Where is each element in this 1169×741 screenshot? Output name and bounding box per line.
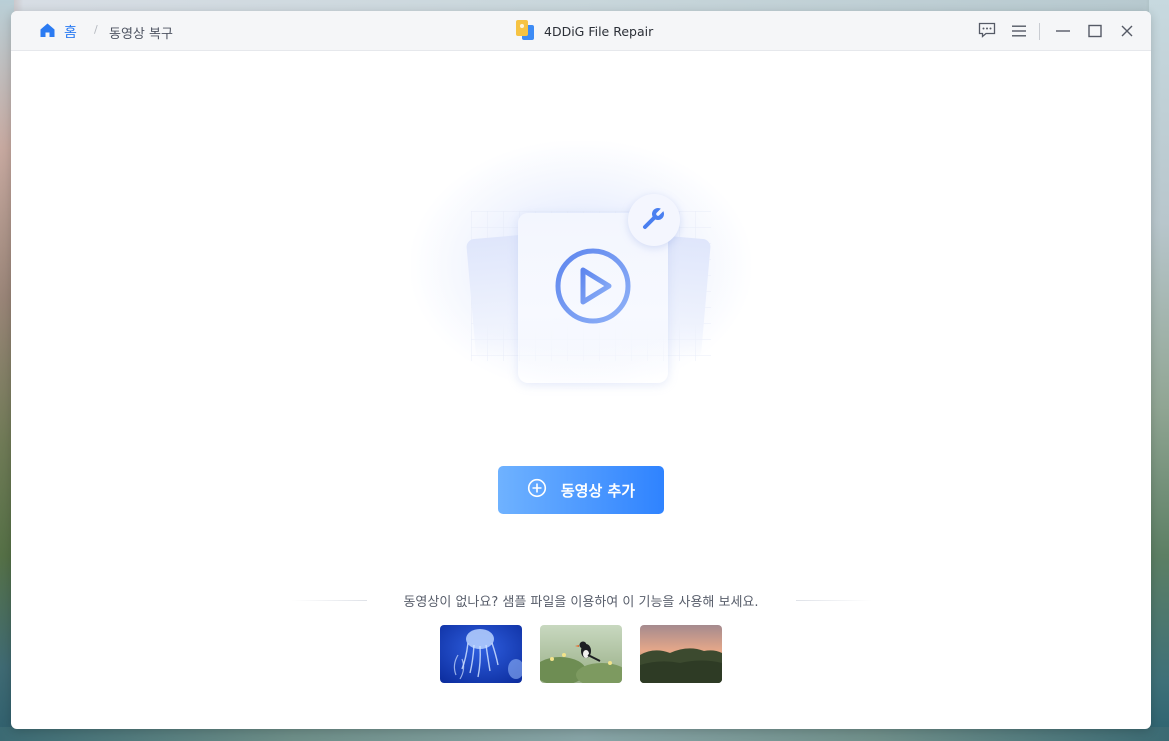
app-title-text: 4DDiG File Repair — [544, 23, 654, 39]
sample-thumbnail-jellyfish[interactable] — [440, 625, 522, 683]
breadcrumb-separator: / — [94, 23, 98, 36]
video-repair-illustration — [411, 141, 751, 391]
add-video-label: 동영상 추가 — [560, 481, 636, 500]
feedback-button[interactable] — [977, 22, 997, 42]
sample-prompt: 동영상이 없나요? 샘플 파일을 이용하여 이 기능을 사용해 보세요. — [403, 595, 759, 610]
minimize-icon — [1055, 23, 1071, 42]
add-video-button[interactable]: 동영상 추가 — [498, 466, 664, 514]
sample-thumbnail-sunset[interactable] — [640, 625, 722, 683]
breadcrumb-current: 동영상 복구 — [109, 27, 173, 42]
play-icon — [553, 246, 633, 326]
title-bar-divider — [1039, 23, 1040, 40]
home-icon — [39, 22, 56, 42]
sample-thumbnail-puffin[interactable] — [540, 625, 622, 683]
wrench-icon — [641, 205, 667, 235]
home-label: 홈 — [64, 25, 77, 41]
app-title: 4DDiG File Repair — [515, 19, 653, 43]
divider-right — [796, 600, 872, 601]
breadcrumb-home[interactable]: 홈 — [39, 22, 77, 42]
app-logo-icon — [515, 19, 535, 44]
wrench-badge — [628, 194, 680, 246]
add-circle-icon — [527, 478, 547, 502]
feedback-icon — [978, 22, 996, 42]
maximize-button[interactable] — [1085, 22, 1105, 42]
close-button[interactable] — [1117, 22, 1137, 42]
maximize-icon — [1087, 23, 1103, 42]
menu-button[interactable] — [1009, 22, 1029, 42]
desktop-background-right — [1149, 0, 1169, 741]
app-window: 홈 / 동영상 복구 4DDiG File Repair 동영상 추가 동영상이… — [11, 11, 1151, 729]
title-bar: 홈 / 동영상 복구 4DDiG File Repair — [11, 11, 1151, 51]
close-icon — [1120, 23, 1134, 42]
minimize-button[interactable] — [1053, 22, 1073, 42]
desktop-background-bottom — [0, 727, 1169, 741]
menu-icon — [1011, 23, 1027, 42]
